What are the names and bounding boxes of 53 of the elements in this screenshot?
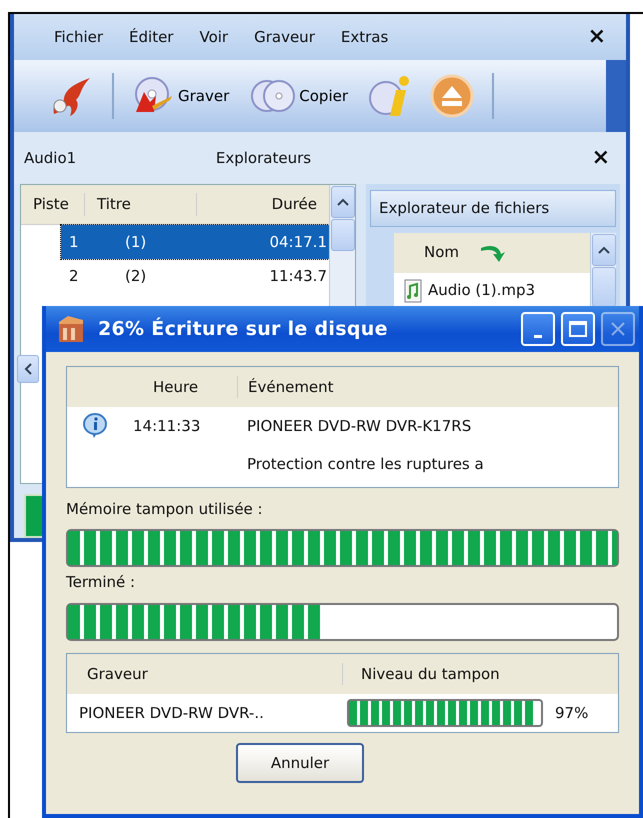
table-cell-text: (2) bbox=[124, 266, 148, 287]
menu-item[interactable]: Éditer bbox=[129, 26, 174, 48]
column-header[interactable]: Événement bbox=[237, 376, 334, 398]
scroll-thumb[interactable] bbox=[331, 219, 355, 251]
table-cell-text: 1 bbox=[68, 232, 80, 253]
percent-text: 97% bbox=[555, 702, 588, 724]
toolbar-button[interactable]: Copier bbox=[249, 74, 350, 118]
close-button[interactable] bbox=[601, 312, 635, 346]
scroll-up-button[interactable] bbox=[592, 234, 616, 266]
table-cell-text: (1) bbox=[124, 232, 148, 253]
panel-title: Explorateurs bbox=[216, 148, 312, 169]
track-row[interactable]: 2 (2) 11:43.7 bbox=[61, 259, 329, 293]
column-header[interactable]: Titre bbox=[85, 193, 197, 216]
maximize-icon bbox=[569, 321, 587, 337]
close-icon bbox=[610, 321, 626, 337]
table-cell-text: PIONEER DVD-RW DVR-K17RS bbox=[246, 416, 472, 437]
maximize-button[interactable] bbox=[561, 312, 595, 346]
scroll-up-button[interactable] bbox=[331, 186, 355, 218]
minimize-icon bbox=[534, 334, 542, 338]
table-cell-text: 14:11:33 bbox=[132, 416, 202, 437]
scroll-thumb[interactable] bbox=[592, 266, 616, 306]
track-row[interactable]: 1 (1) 04:17.1 bbox=[61, 225, 329, 259]
menu-item[interactable]: Extras bbox=[340, 26, 388, 48]
column-header[interactable]: Niveau du tampon bbox=[343, 662, 500, 686]
burner-app-icon bbox=[56, 314, 86, 344]
scroll-left-button[interactable] bbox=[17, 355, 39, 383]
file-name[interactable]: Audio (1).mp3 bbox=[428, 279, 536, 302]
panel-title: Audio1 bbox=[24, 148, 76, 169]
eject-icon[interactable] bbox=[430, 74, 474, 118]
window-title: 26% Écriture sur le disque bbox=[98, 316, 388, 342]
music-file-icon bbox=[404, 278, 422, 302]
table-cell-text: 2 bbox=[68, 266, 80, 287]
menu-item[interactable]: Voir bbox=[199, 26, 228, 48]
column-header[interactable]: Durée bbox=[260, 193, 329, 216]
table-cell-text: 04:17.1 bbox=[268, 232, 328, 253]
toolbar-button[interactable]: Graver bbox=[132, 74, 232, 118]
field-label: Terminé : bbox=[66, 572, 136, 592]
minimize-button[interactable] bbox=[521, 312, 555, 346]
close-button[interactable]: × bbox=[588, 26, 606, 48]
table-cell-text: 11:43.7 bbox=[268, 266, 328, 287]
column-header[interactable]: Heure bbox=[123, 376, 237, 398]
close-button[interactable]: × bbox=[592, 147, 610, 169]
column-header[interactable]: Graveur bbox=[67, 662, 343, 686]
table-cell-text: PIONEER DVD-RW DVR-.. bbox=[78, 702, 265, 724]
field-label: Mémoire tampon utilisée : bbox=[66, 499, 264, 520]
info-icon bbox=[82, 413, 108, 439]
menu-item[interactable]: Fichier bbox=[54, 26, 104, 48]
tab[interactable]: Explorateur de fichiers bbox=[370, 190, 616, 226]
cancel-button[interactable]: Annuler bbox=[236, 743, 364, 783]
column-header[interactable]: Piste bbox=[21, 193, 85, 216]
menu-item[interactable]: Graveur bbox=[254, 26, 315, 48]
table-cell-text: Protection contre les ruptures a bbox=[246, 454, 484, 475]
column-header[interactable]: Nom bbox=[424, 241, 460, 264]
